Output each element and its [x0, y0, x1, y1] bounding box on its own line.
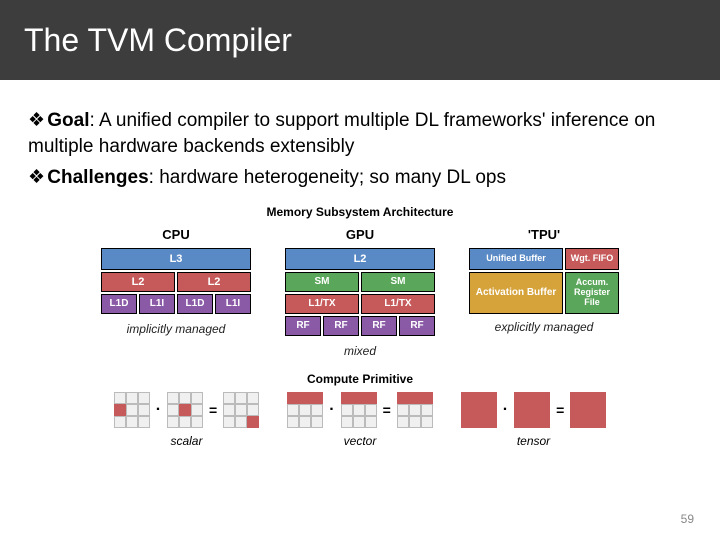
vector-col: · = vector [287, 392, 433, 448]
cpu-caption: implicitly managed [127, 322, 226, 336]
gpu-rf-box: RF [323, 316, 359, 336]
memory-columns: CPU L3 L2 L2 L1D L1I L1D L1I implicitly … [28, 227, 692, 358]
tpu-act-box: Activation Buffer [469, 272, 563, 314]
tpu-column: 'TPU' Unified Buffer Wgt. FIFO Activatio… [469, 227, 619, 358]
tpu-unified-box: Unified Buffer [469, 248, 563, 270]
cpu-l1i-box: L1I [139, 294, 175, 314]
scalar-c [223, 392, 259, 428]
compute-title: Compute Primitive [28, 372, 692, 386]
tpu-label: 'TPU' [528, 227, 560, 242]
cpu-label: CPU [162, 227, 189, 242]
gpu-sm-box: SM [361, 272, 435, 292]
equals-icon: = [381, 402, 393, 418]
gpu-label: GPU [346, 227, 374, 242]
cpu-l2-box: L2 [101, 272, 175, 292]
challenges-text: : hardware heterogeneity; so many DL ops [149, 167, 506, 188]
cpu-l1d-box: L1D [101, 294, 137, 314]
dot-icon: · [501, 401, 510, 419]
challenges-label: Challenges [47, 167, 148, 188]
equals-icon: = [554, 402, 566, 418]
gpu-rf-box: RF [361, 316, 397, 336]
slide-title: The TVM Compiler [24, 22, 292, 59]
scalar-a [114, 392, 150, 428]
vector-label: vector [344, 434, 377, 448]
cpu-l3-box: L3 [101, 248, 251, 270]
vector-b [341, 392, 377, 428]
tpu-wgt-box: Wgt. FIFO [565, 248, 619, 270]
vector-a [287, 392, 323, 428]
tpu-caption: explicitly managed [495, 320, 594, 334]
goal-label: Goal [47, 110, 89, 131]
bullet-icon: ❖ [28, 165, 42, 191]
gpu-rf-box: RF [285, 316, 321, 336]
tensor-c [570, 392, 606, 428]
tensor-b [514, 392, 550, 428]
vector-c [397, 392, 433, 428]
bullet-challenges: ❖ Challenges: hardware heterogeneity; so… [28, 165, 692, 191]
goal-text: : A unified compiler to support multiple… [28, 110, 655, 157]
compute-columns: · = scalar [28, 392, 692, 448]
gpu-caption: mixed [344, 344, 376, 358]
bullet-icon: ❖ [28, 108, 42, 134]
dot-icon: · [154, 401, 163, 419]
tpu-acc-box: Accum. Register File [565, 272, 619, 314]
page-number: 59 [681, 512, 694, 526]
gpu-l1tx-box: L1/TX [361, 294, 435, 314]
scalar-col: · = scalar [114, 392, 260, 448]
cpu-column: CPU L3 L2 L2 L1D L1I L1D L1I implicitly … [101, 227, 251, 358]
dot-icon: · [327, 401, 336, 419]
gpu-sm-box: SM [285, 272, 359, 292]
tensor-a [461, 392, 497, 428]
tensor-col: · = tensor [461, 392, 607, 448]
title-bar: The TVM Compiler [0, 0, 720, 80]
cpu-l1d-box: L1D [177, 294, 213, 314]
gpu-l1tx-box: L1/TX [285, 294, 359, 314]
scalar-label: scalar [170, 434, 202, 448]
tensor-label: tensor [517, 434, 550, 448]
scalar-b [167, 392, 203, 428]
gpu-column: GPU L2 SM SM L1/TX L1/TX RF RF RF RF mix… [285, 227, 435, 358]
slide-body: ❖ Goal: A unified compiler to support mu… [0, 80, 720, 448]
gpu-l2-box: L2 [285, 248, 435, 270]
cpu-l1i-box: L1I [215, 294, 251, 314]
cpu-l2-box: L2 [177, 272, 251, 292]
equals-icon: = [207, 402, 219, 418]
gpu-rf-box: RF [399, 316, 435, 336]
memory-title: Memory Subsystem Architecture [28, 205, 692, 219]
bullet-goal: ❖ Goal: A unified compiler to support mu… [28, 108, 692, 159]
